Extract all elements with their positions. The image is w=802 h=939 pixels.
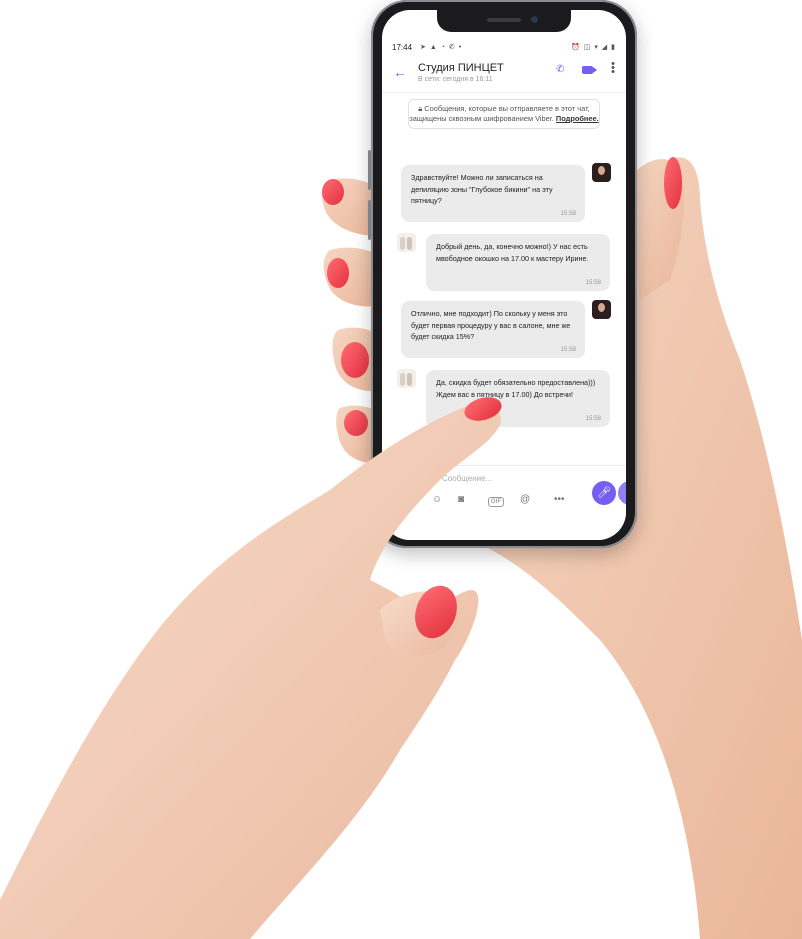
speaker	[487, 18, 521, 22]
nail-2	[327, 258, 349, 288]
telegram-icon: ➤	[420, 44, 427, 51]
message-bubble[interactable]: Отлично, мне подходит) По скольку у меня…	[401, 301, 585, 358]
message-bubble[interactable]: Добрый день, да, конечно можно!) У нас е…	[426, 234, 610, 291]
status-time: 17:44	[392, 43, 413, 52]
message-composer: Сообщение... ☺ ◙ GIF @ ••• 🎤︎	[382, 465, 626, 540]
lock-icon: 🔒︎	[418, 104, 423, 113]
message-time: 15:58	[560, 209, 576, 217]
encryption-notice: 🔒︎ Сообщения, которые вы отправляете в э…	[408, 99, 600, 129]
message-text: Здравствуйте! Можно ли записаться на деп…	[411, 173, 553, 205]
phone-icon[interactable]: ✆	[556, 64, 564, 75]
message-text: Да, скидка будет обязательно предоставле…	[436, 378, 596, 399]
message-input[interactable]: Сообщение...	[442, 474, 492, 483]
message-time: 15:58	[585, 414, 601, 422]
chat-title: Студия ПИНЦЕТ	[418, 62, 504, 74]
phone-side-button	[368, 150, 371, 190]
nail-thumb-right	[664, 157, 682, 209]
status-bar: 17:44 ➤ ▲ ◔ ✆ • ⏰ ◫ ▾ ◢ ▮	[392, 43, 616, 55]
phone-screen: 17:44 ➤ ▲ ◔ ✆ • ⏰ ◫ ▾ ◢ ▮ ← Студия ПИНЦЕ…	[382, 10, 626, 540]
signal-icon: ◢	[601, 44, 609, 51]
message-bubble[interactable]: Здравствуйте! Можно ли записаться на деп…	[401, 165, 585, 222]
chat-area[interactable]: 🔒︎ Сообщения, которые вы отправляете в э…	[382, 93, 626, 463]
notch	[437, 10, 571, 32]
message-text: Добрый день, да, конечно можно!) У нас е…	[436, 242, 589, 263]
gif-icon[interactable]: GIF	[488, 497, 504, 507]
chat-subtitle: В сети: сегодня в 16:11	[418, 76, 493, 83]
message-time: 15:58	[560, 345, 576, 353]
dot-icon: •	[458, 44, 463, 51]
wifi-icon: ▾	[594, 44, 599, 51]
arrow-left-icon[interactable]: ←	[393, 64, 407, 80]
front-camera	[531, 16, 538, 23]
avatar[interactable]	[592, 300, 611, 319]
navigation-icon: ▲	[429, 44, 438, 51]
avatar[interactable]	[397, 369, 416, 388]
chat-header: ← Студия ПИНЦЕТ В сети: сегодня в 16:11 …	[382, 58, 626, 93]
vibrate-icon: ◫	[583, 44, 592, 51]
notice-link[interactable]: Подробнее.	[556, 114, 599, 123]
microphone-icon[interactable]: 🎤︎	[592, 481, 616, 505]
message-time: 15:58	[585, 278, 601, 286]
nail-1	[322, 179, 344, 205]
message-bubble[interactable]: Да, скидка будет обязательно предоставле…	[426, 370, 610, 427]
status-right-icons: ⏰ ◫ ▾ ◢ ▮	[571, 43, 616, 51]
secondary-action-button[interactable]	[618, 481, 626, 505]
more-horizontal-icon[interactable]: •••	[554, 494, 565, 505]
sticker-icon[interactable]: ☺	[432, 494, 442, 505]
nail-4	[344, 410, 368, 436]
battery-icon: ▮	[611, 44, 616, 51]
nail-3	[341, 342, 369, 378]
alarm-icon: ⏰	[571, 44, 581, 51]
camera-icon[interactable]: ◙	[458, 494, 464, 505]
phone-side-button	[368, 200, 371, 240]
mention-icon[interactable]: @	[520, 494, 530, 505]
message-text: Отлично, мне подходит) По скольку у меня…	[411, 309, 571, 341]
more-vertical-icon[interactable]: • • •	[611, 59, 615, 78]
status-left-icons: ➤ ▲ ◔ ✆ •	[420, 43, 462, 51]
avatar[interactable]	[592, 163, 611, 182]
viber-icon: ✆	[448, 44, 456, 51]
avatar[interactable]	[397, 233, 416, 252]
sync-icon: ◔	[440, 44, 446, 51]
video-icon[interactable]	[582, 66, 597, 74]
